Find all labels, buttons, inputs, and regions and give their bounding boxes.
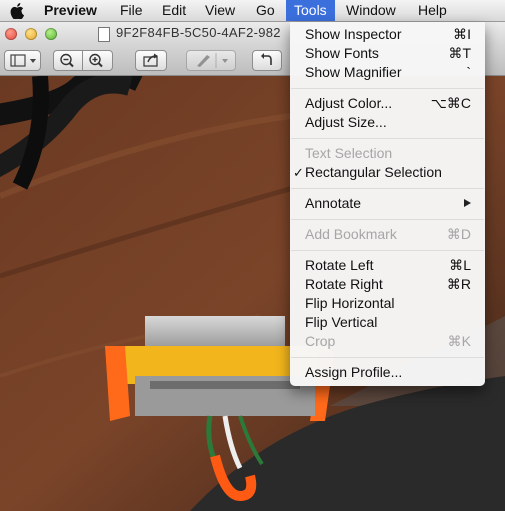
markup-pen-icon	[197, 53, 228, 68]
menu-item-shortcut: ⌘L	[449, 257, 471, 273]
zoom-in-icon	[89, 53, 103, 68]
zoom-out-button[interactable]	[53, 50, 83, 71]
menu-item-shortcut: ⌘R	[446, 276, 471, 292]
menu-separator	[291, 188, 484, 189]
menu-item-add-bookmark: Add Bookmark ⌘D	[290, 225, 485, 244]
menu-separator	[291, 88, 484, 89]
menu-item-label: Flip Vertical	[305, 314, 378, 330]
menu-item-label: Crop	[305, 333, 336, 349]
document-icon	[98, 27, 110, 42]
apple-icon	[10, 3, 24, 19]
rotate-icon	[261, 53, 272, 65]
menu-item-show-fonts[interactable]: Show Fonts ⌘T	[290, 44, 485, 63]
tools-menu-dropdown: Show Inspector ⌘I Show Fonts ⌘T Show Mag…	[290, 22, 485, 386]
menu-item-label: Show Fonts	[305, 45, 379, 61]
menu-window[interactable]: Window	[338, 0, 404, 21]
menu-item-adjust-size[interactable]: Adjust Size...	[290, 113, 485, 132]
minimize-window-button[interactable]	[25, 28, 37, 40]
checkmark-icon: ✓	[293, 165, 304, 180]
menu-item-label: Flip Horizontal	[305, 295, 395, 311]
window-title: 9F2F84FB-5C50-4AF2-982	[116, 25, 281, 40]
menu-item-shortcut: ⌥⌘C	[430, 95, 471, 111]
menu-help[interactable]: Help	[410, 0, 455, 21]
menu-separator	[291, 250, 484, 251]
menu-item-label: Adjust Color...	[305, 95, 393, 111]
menu-item-flip-vertical[interactable]: Flip Vertical	[290, 313, 485, 332]
menu-item-label: Adjust Size...	[305, 114, 387, 130]
menu-item-label: Rotate Left	[305, 257, 374, 273]
menu-item-rotate-right[interactable]: Rotate Right ⌘R	[290, 275, 485, 294]
menu-item-shortcut: ⌘D	[446, 226, 471, 242]
markup-button[interactable]	[186, 50, 236, 71]
menu-item-rotate-left[interactable]: Rotate Left ⌘L	[290, 256, 485, 275]
share-icon	[143, 53, 158, 67]
menu-item-label: Rotate Right	[305, 276, 383, 292]
share-button[interactable]	[135, 50, 167, 71]
menu-item-shortcut: ⌘K	[447, 333, 471, 349]
menu-item-label: Show Inspector	[305, 26, 402, 42]
menu-item-label: Rectangular Selection	[305, 164, 442, 180]
menu-separator	[291, 138, 484, 139]
menu-item-label: Show Magnifier	[305, 64, 402, 80]
sidebar-toggle-button[interactable]	[4, 50, 41, 71]
zoom-out-icon	[60, 53, 74, 68]
menu-edit[interactable]: Edit	[154, 0, 194, 21]
menu-item-label: Annotate	[305, 195, 362, 211]
menu-item-label: Text Selection	[305, 145, 393, 161]
menu-item-crop: Crop ⌘K	[290, 332, 485, 351]
menu-item-shortcut: ⌘T	[448, 45, 471, 61]
submenu-arrow-icon	[464, 199, 471, 207]
menu-item-adjust-color[interactable]: Adjust Color... ⌥⌘C	[290, 94, 485, 113]
menu-item-text-selection: Text Selection	[290, 144, 485, 163]
menu-item-rectangular-selection[interactable]: ✓ Rectangular Selection	[290, 163, 485, 182]
close-window-button[interactable]	[5, 28, 17, 40]
rotate-button[interactable]	[252, 50, 282, 71]
menu-go[interactable]: Go	[248, 0, 283, 21]
zoom-in-button[interactable]	[82, 50, 113, 71]
menu-item-shortcut: `	[466, 64, 471, 80]
menu-item-assign-profile[interactable]: Assign Profile...	[290, 363, 485, 382]
apple-menu[interactable]	[4, 0, 30, 21]
menu-file[interactable]: File	[112, 0, 151, 21]
menu-separator	[291, 219, 484, 220]
menu-item-show-inspector[interactable]: Show Inspector ⌘I	[290, 25, 485, 44]
menu-bar: Preview File Edit View Go Tools Window H…	[0, 0, 505, 22]
sidebar-toggle-icon	[10, 54, 36, 67]
menu-item-show-magnifier[interactable]: Show Magnifier `	[290, 63, 485, 82]
app-menu-preview[interactable]: Preview	[36, 0, 105, 21]
menu-item-shortcut: ⌘I	[453, 26, 471, 42]
menu-item-annotate[interactable]: Annotate	[290, 194, 485, 213]
menu-view[interactable]: View	[197, 0, 243, 21]
zoom-window-button[interactable]	[45, 28, 57, 40]
menu-item-label: Assign Profile...	[305, 364, 403, 380]
menu-tools[interactable]: Tools	[286, 0, 335, 21]
menu-item-flip-horizontal[interactable]: Flip Horizontal	[290, 294, 485, 313]
menu-separator	[291, 357, 484, 358]
menu-item-label: Add Bookmark	[305, 226, 397, 242]
